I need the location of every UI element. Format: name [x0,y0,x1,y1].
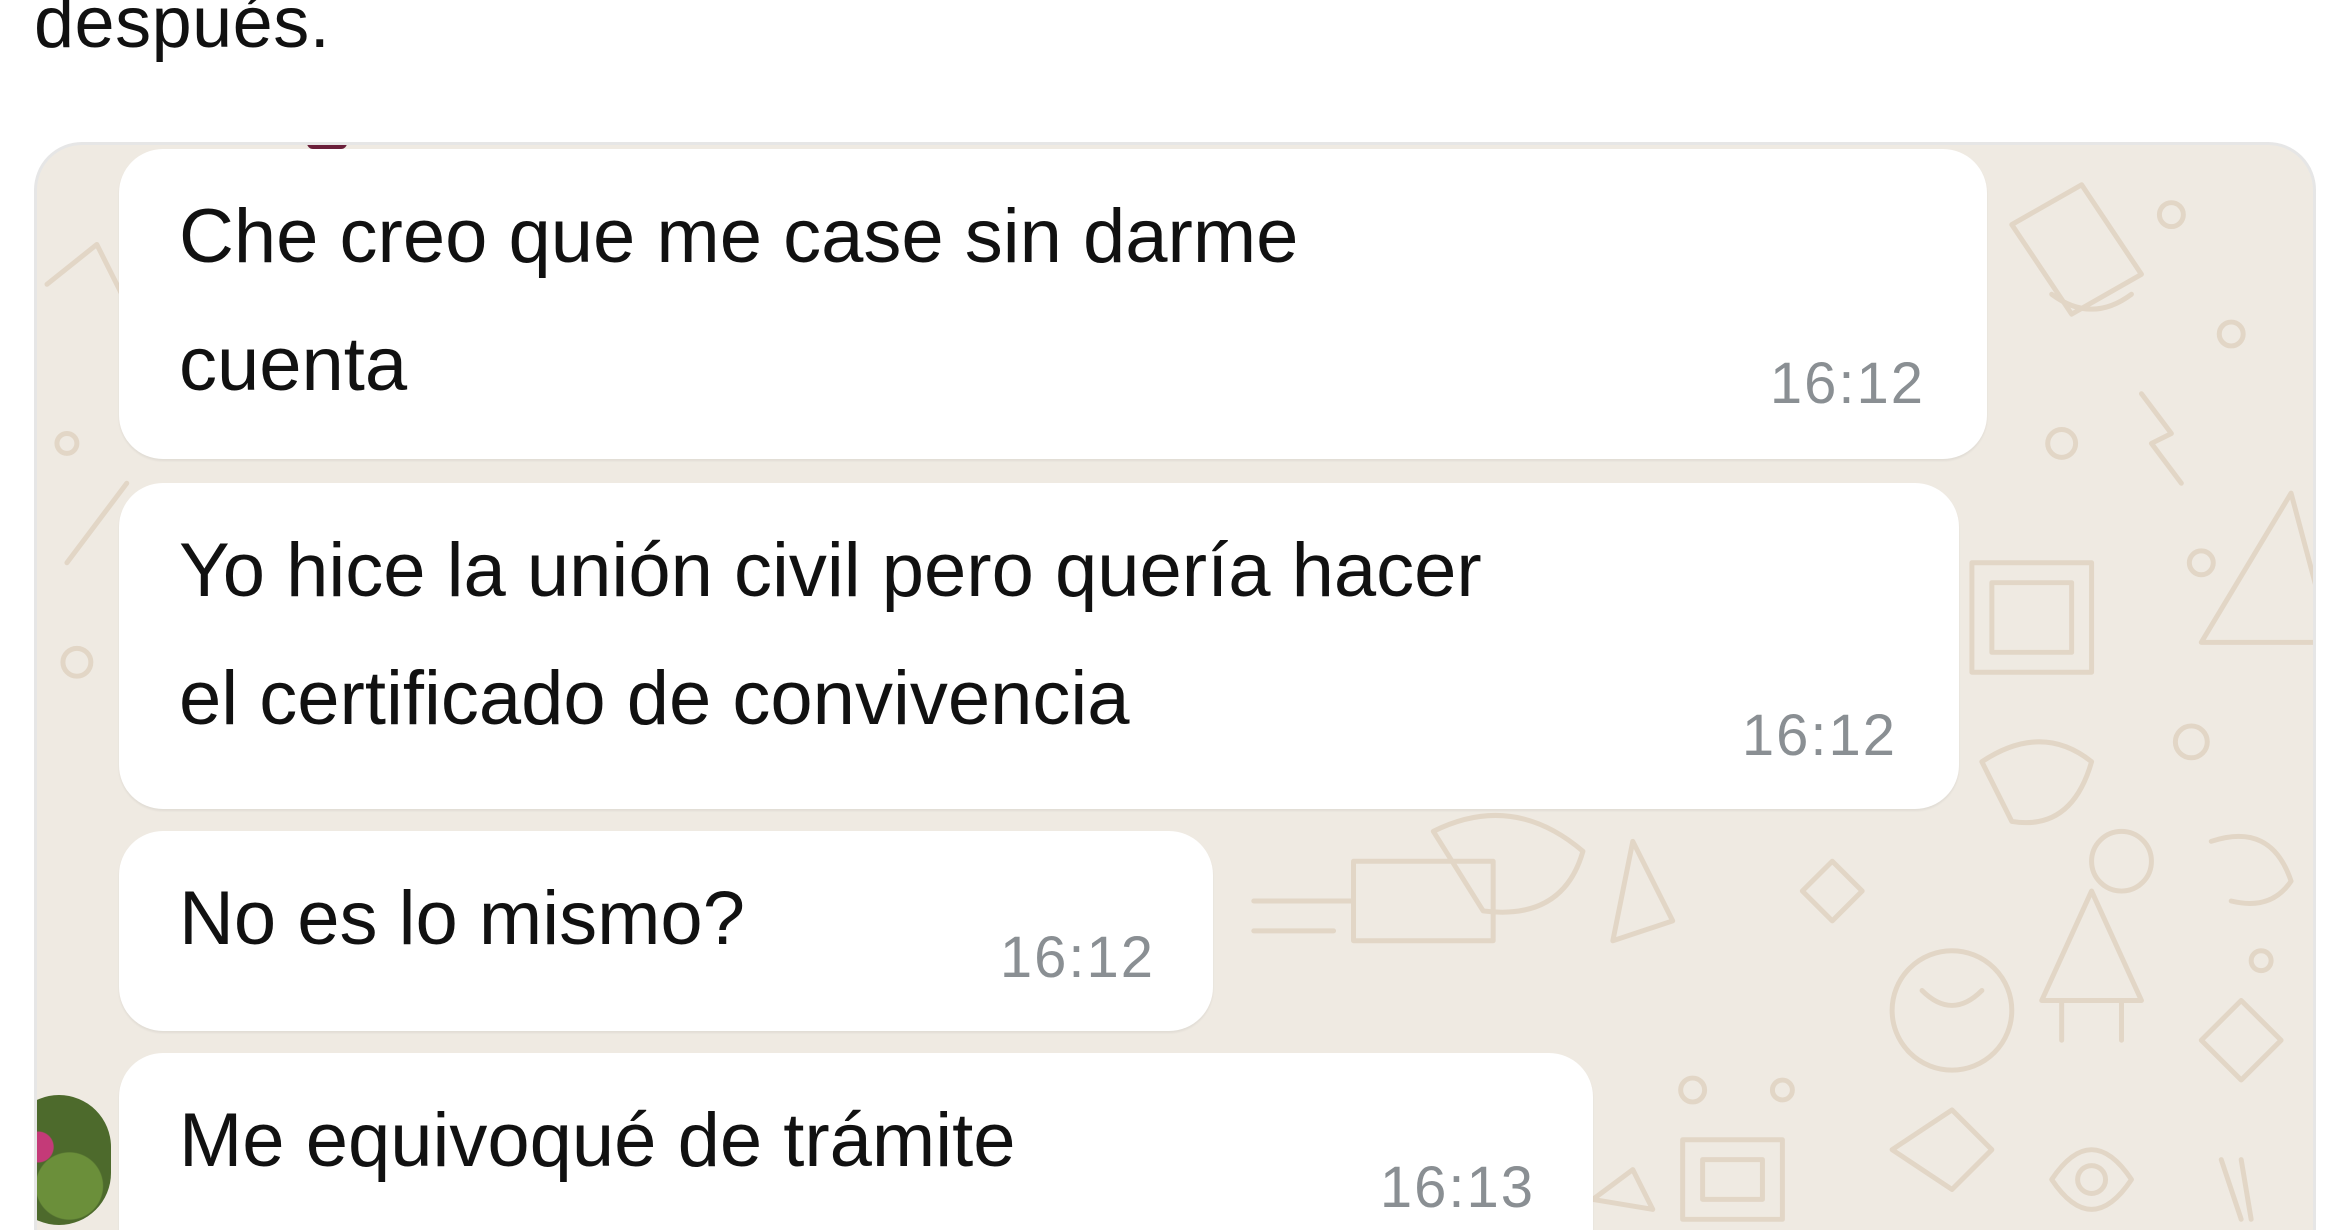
sender-avatar[interactable] [37,1095,111,1225]
message-time: 16:12 [999,925,1155,990]
message-time: 16:12 [1741,703,1897,768]
message-bubble[interactable]: Yo hice la unión civil pero quería hacer… [119,483,1959,809]
message-time: 16:13 [1379,1155,1535,1220]
cropped-sender-name [307,145,347,149]
message-bubble[interactable]: No es lo mismo? 16:12 [119,831,1213,1031]
message-bubble[interactable]: Che creo que me case sin darme cuenta 16… [119,149,1987,459]
post-caption: después. [34,0,331,63]
message-text: Che creo que me case sin darme cuenta [179,194,1299,407]
message-text: Yo hice la unión civil pero quería hacer… [179,528,1482,741]
message-bubble[interactable]: Me equivoqué de trámite 16:13 [119,1053,1593,1230]
page: después. Che creo que me case sin darme … [0,0,2350,1230]
chat-screenshot: Che creo que me case sin darme cuenta 16… [34,142,2316,1230]
message-text: Me equivoqué de trámite [179,1098,1016,1183]
message-time: 16:12 [1769,351,1925,416]
